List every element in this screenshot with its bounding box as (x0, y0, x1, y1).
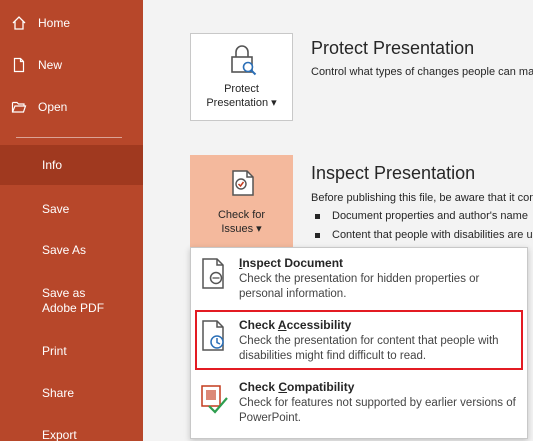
inspect-document-icon (228, 168, 258, 202)
protect-presentation-button[interactable]: Protect Presentation ▾ (190, 33, 293, 121)
inspect-presentation-desc: Before publishing this file, be aware th… (311, 192, 533, 204)
backstage-sidebar: Home New Open Info Save Save As Save as … (0, 0, 143, 441)
nav-save-label: Save (42, 202, 70, 216)
nav-export-label: Export (42, 428, 77, 441)
nav-info-label: Info (42, 158, 63, 172)
menu-item-inspect-document[interactable]: Inspect Document Check the presentation … (191, 252, 527, 310)
nav-save[interactable]: Save (0, 198, 143, 220)
nav-new[interactable]: New (0, 54, 143, 76)
nav-share[interactable]: Share (0, 382, 143, 404)
compatibility-check-icon (199, 380, 229, 416)
bullet-dot (315, 213, 320, 219)
check-for-issues-line2: Issues ▾ (221, 223, 262, 235)
inspect-presentation-title: Inspect Presentation (311, 163, 476, 183)
menu-item-title: Check Compatibility (239, 380, 355, 394)
nav-info[interactable]: Info (0, 145, 143, 185)
protect-button-line2: Presentation ▾ (206, 97, 277, 109)
nav-new-label: New (38, 58, 63, 72)
menu-item-desc: Check the presentation for hidden proper… (239, 273, 480, 300)
nav-print-label: Print (42, 344, 67, 358)
protect-presentation-title: Protect Presentation (311, 38, 475, 58)
menu-item-desc: Check for features not supported by earl… (239, 397, 516, 424)
nav-open[interactable]: Open (0, 96, 143, 118)
menu-item-title: Inspect Document (239, 256, 344, 270)
nav-save-as-adobe-pdf[interactable]: Save as Adobe PDF (0, 284, 120, 318)
lock-icon (228, 44, 258, 80)
inspect-bullet: Content that people with disabilities ar… (315, 229, 533, 241)
nav-share-label: Share (42, 386, 75, 400)
nav-open-label: Open (38, 100, 68, 114)
inspect-bullet: Document properties and author's name (315, 210, 528, 222)
home-icon (8, 15, 30, 31)
nav-home-label: Home (38, 16, 71, 30)
nav-save-as-adobe-pdf-label: Save as Adobe PDF (42, 286, 105, 315)
bullet-dot (315, 232, 320, 238)
inspect-document-icon (199, 256, 229, 292)
nav-export[interactable]: Export (0, 424, 143, 441)
nav-print[interactable]: Print (0, 340, 143, 362)
check-for-issues-line1: Check for (217, 209, 266, 221)
new-document-icon (8, 57, 30, 73)
accessibility-highlight-box (195, 310, 523, 370)
nav-save-as[interactable]: Save As (0, 239, 143, 261)
nav-home[interactable]: Home (0, 12, 143, 34)
sidebar-separator (16, 137, 122, 138)
protect-presentation-desc: Control what types of changes people can… (311, 66, 533, 78)
menu-item-check-compatibility[interactable]: Check Compatibility Check for features n… (191, 376, 527, 436)
nav-save-as-label: Save As (42, 243, 87, 257)
check-for-issues-button[interactable]: Check for Issues ▾ (190, 155, 293, 247)
open-folder-icon (8, 99, 30, 115)
protect-button-line1: Protect (224, 83, 259, 95)
